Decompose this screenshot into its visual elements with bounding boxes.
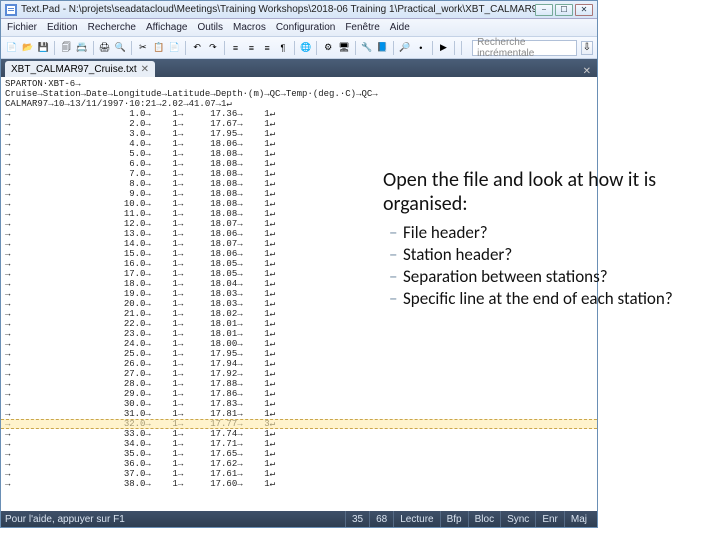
incremental-search-input[interactable]: Recherche incrémentale — [472, 40, 577, 56]
toolbar-button-7[interactable]: ✂ — [136, 40, 150, 56]
tab-close-icon[interactable]: ✕ — [141, 64, 149, 75]
toolbar-separator — [294, 41, 295, 55]
menu-fichier[interactable]: Fichier — [7, 22, 37, 33]
toolbar-button-4[interactable]: 📇 — [75, 40, 89, 56]
toolbar-button-21[interactable]: 🔎 — [398, 40, 412, 56]
panel-close-icon[interactable]: ✕ — [577, 66, 597, 77]
bullet-text: File header? — [403, 222, 488, 244]
status-sync: Sync — [500, 511, 535, 527]
close-button[interactable]: ✕ — [575, 4, 593, 16]
tab-label: XBT_CALMAR97_Cruise.txt — [11, 64, 137, 75]
toolbar-separator — [185, 41, 186, 55]
status-help: Pour l'aide, appuyer sur F1 — [5, 514, 345, 525]
dash-icon: – — [389, 266, 403, 288]
toolbar-button-13[interactable]: ≡ — [244, 40, 258, 56]
file-tab[interactable]: XBT_CALMAR97_Cruise.txt ✕ — [5, 61, 155, 77]
toolbar-separator — [54, 41, 55, 55]
toolbar-button-14[interactable]: ≡ — [260, 40, 274, 56]
status-lecture: Lecture — [393, 511, 439, 527]
status-bloc: Bloc — [468, 511, 500, 527]
dash-icon: – — [389, 244, 403, 266]
toolbar-button-18[interactable]: 🖥 — [337, 40, 351, 56]
overlay-bullet: –Station header? — [389, 244, 705, 266]
maximize-button[interactable]: ☐ — [555, 4, 573, 16]
overlay-list: –File header?–Station header?–Separation… — [383, 222, 705, 310]
status-maj: Maj — [564, 511, 593, 527]
tabbar: XBT_CALMAR97_Cruise.txt ✕ ✕ — [1, 59, 597, 77]
overlay-bullet: –Specific line at the end of each statio… — [389, 288, 705, 310]
toolbar-button-9[interactable]: 📄 — [168, 40, 182, 56]
toolbar-button-23[interactable]: ▶ — [437, 40, 451, 56]
bullet-text: Specific line at the end of each station… — [403, 288, 673, 310]
toolbar-button-15[interactable]: ¶ — [276, 40, 290, 56]
menu-configuration[interactable]: Configuration — [276, 22, 335, 33]
status-line: 35 — [345, 511, 369, 527]
toolbar-button-11[interactable]: ↷ — [206, 40, 220, 56]
toolbar-separator — [131, 41, 132, 55]
titlebar: Text.Pad - N:\projets\seadatacloud\Meeti… — [1, 1, 597, 19]
window-title: Text.Pad - N:\projets\seadatacloud\Meeti… — [21, 4, 535, 15]
bullet-text: Separation between stations? — [403, 266, 608, 288]
toolbar-button-6[interactable]: 🔍 — [113, 40, 127, 56]
minimize-button[interactable]: ⎯ — [535, 4, 553, 16]
toolbar-button-3[interactable]: 🗐 — [59, 40, 73, 56]
toolbar-button-8[interactable]: 📋 — [152, 40, 166, 56]
bullet-text: Station header? — [403, 244, 512, 266]
toolbar-button-17[interactable]: ⚙ — [321, 40, 335, 56]
toolbar-button-22[interactable]: • — [414, 40, 428, 56]
toolbar-separator — [316, 41, 317, 55]
status-enr: Enr — [535, 511, 564, 527]
menubar: Fichier Edition Recherche Affichage Outils Ma… — [1, 19, 597, 37]
toolbar-button-19[interactable]: 🔧 — [360, 40, 374, 56]
menu-fenêtre[interactable]: Fenêtre — [345, 22, 379, 33]
overlay-bullet: –Separation between stations? — [389, 266, 705, 288]
toolbar-button-1[interactable]: 📂 — [21, 40, 35, 56]
toolbar-button-5[interactable]: 🖨 — [98, 40, 112, 56]
overlay-bullet: –File header? — [389, 222, 705, 244]
toolbar-button-10[interactable]: ↶ — [190, 40, 204, 56]
highlighted-line — [1, 419, 597, 429]
toolbar-separator — [432, 41, 433, 55]
toolbar-button-0[interactable]: 📄 — [5, 40, 19, 56]
menu-macros[interactable]: Macros — [233, 22, 266, 33]
dash-icon: – — [389, 222, 403, 244]
toolbar-separator — [224, 41, 225, 55]
dash-icon: – — [389, 288, 403, 310]
status-bfp: Bfp — [440, 511, 468, 527]
toolbar: 📄📂💾🗐📇🖨🔍✂📋📄↶↷≡≡≡¶🌐⚙🖥🔧📘🔎•▶Recherche incrém… — [1, 37, 597, 59]
statusbar: Pour l'aide, appuyer sur F1 35 68 Lectur… — [1, 511, 597, 527]
toolbar-separator — [461, 41, 462, 55]
toolbar-button-12[interactable]: ≡ — [229, 40, 243, 56]
toolbar-separator — [93, 41, 94, 55]
menu-edition[interactable]: Edition — [47, 22, 78, 33]
status-col: 68 — [369, 511, 393, 527]
toolbar-button-16[interactable]: 🌐 — [299, 40, 313, 56]
toolbar-separator — [454, 41, 455, 55]
overlay-heading: Open the file and look at how it is orga… — [383, 168, 705, 216]
menu-outils[interactable]: Outils — [197, 22, 223, 33]
toolbar-separator — [393, 41, 394, 55]
search-dropdown-icon[interactable]: ⇩ — [581, 41, 593, 55]
menu-recherche[interactable]: Recherche — [88, 22, 136, 33]
menu-affichage[interactable]: Affichage — [146, 22, 188, 33]
instruction-overlay: Open the file and look at how it is orga… — [383, 168, 705, 310]
toolbar-separator — [355, 41, 356, 55]
menu-aide[interactable]: Aide — [390, 22, 410, 33]
app-icon — [5, 4, 17, 16]
toolbar-button-2[interactable]: 💾 — [37, 40, 51, 56]
toolbar-button-20[interactable]: 📘 — [376, 40, 390, 56]
